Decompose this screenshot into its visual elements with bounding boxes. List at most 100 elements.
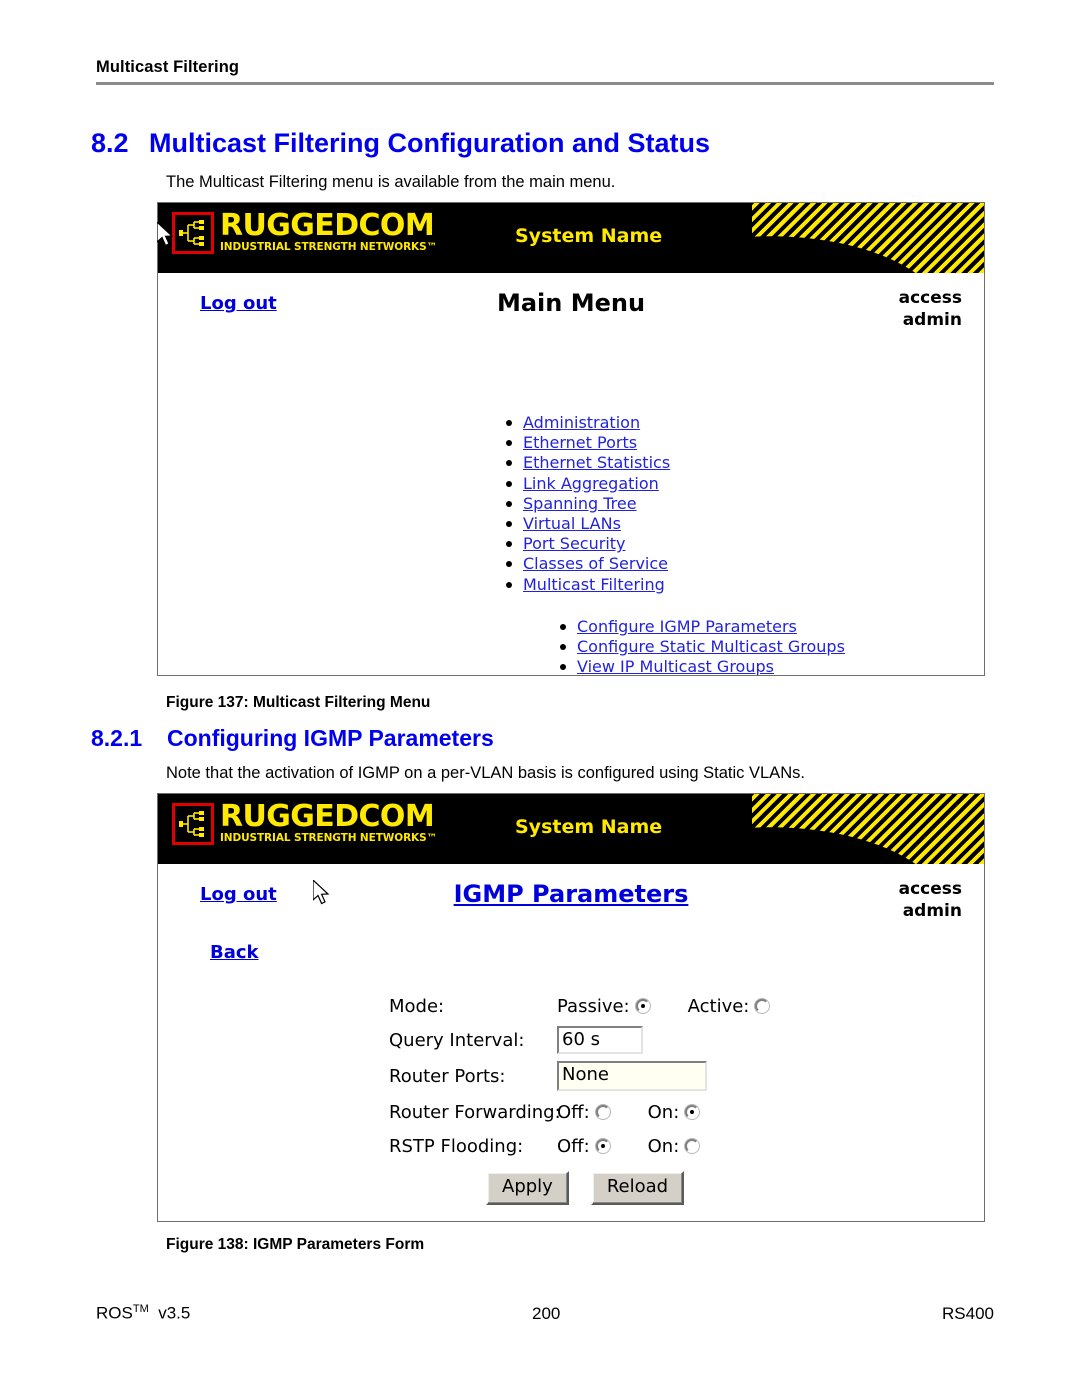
menu-item-link-aggregation[interactable]: Link Aggregation (502, 474, 670, 494)
hazard-stripes-decoration (752, 794, 984, 864)
footer-page-number: 200 (531, 1303, 561, 1323)
menu-page-body: Log out Main Menu access admin Administr… (158, 273, 984, 675)
footer-product-name: ROS (96, 1303, 133, 1323)
rstp-flooding-on-label: On: (647, 1135, 680, 1157)
menu-item-ethernet-statistics[interactable]: Ethernet Statistics (502, 453, 670, 473)
mode-controls: Passive: Active: (557, 995, 770, 1017)
running-header: Multicast Filtering (96, 58, 994, 85)
figure-caption-137: Figure 137: Multicast Filtering Menu (166, 694, 431, 711)
mode-active-radio[interactable] (755, 999, 770, 1013)
menu-link-administration[interactable]: Administration (523, 413, 640, 432)
rstp-flooding-on-radio[interactable] (685, 1139, 700, 1153)
hazard-stripes-decoration (752, 203, 984, 273)
mouse-cursor-icon (312, 878, 333, 913)
form-row-router-ports: Router Ports: None (389, 1057, 769, 1095)
reload-button[interactable]: Reload (590, 1171, 685, 1205)
router-forwarding-off-radio[interactable] (595, 1105, 610, 1119)
submenu-item-configure-igmp-parameters[interactable]: Configure IGMP Parameters (556, 617, 845, 637)
menu-link-spanning-tree[interactable]: Spanning Tree (523, 494, 637, 513)
menu-item-multicast-filtering[interactable]: Multicast Filtering (502, 575, 670, 595)
section-intro-text: The Multicast Filtering menu is availabl… (166, 173, 616, 191)
submenu-link-view-ip-multicast-groups[interactable]: View IP Multicast Groups (577, 657, 774, 675)
menu-item-virtual-lans[interactable]: Virtual LANs (502, 514, 670, 534)
apply-button[interactable]: Apply (486, 1171, 569, 1205)
header-divider (96, 82, 994, 85)
router-forwarding-off-label: Off: (557, 1101, 590, 1123)
footer-model: RS400 (942, 1303, 994, 1323)
back-link[interactable]: Back (210, 942, 259, 963)
access-label: access (898, 879, 962, 899)
submenu-link-configure-static-multicast-groups[interactable]: Configure Static Multicast Groups (577, 637, 845, 656)
network-tree-icon (172, 802, 214, 845)
router-forwarding-controls: Off: On: (557, 1101, 700, 1123)
submenu-link-configure-igmp-parameters[interactable]: Configure IGMP Parameters (577, 617, 797, 636)
section-title: Multicast Filtering Configuration and St… (149, 128, 711, 158)
menu-item-port-security[interactable]: Port Security (502, 534, 670, 554)
menu-link-link-aggregation[interactable]: Link Aggregation (523, 474, 659, 493)
section-heading: 8.2 Multicast Filtering Configuration and… (91, 128, 1011, 159)
router-forwarding-label: Router Forwarding: (389, 1101, 561, 1123)
mode-passive-radio[interactable] (635, 999, 650, 1013)
mode-active-label: Active: (687, 995, 750, 1017)
system-name-label: System Name (515, 225, 663, 247)
system-name-label: System Name (515, 816, 663, 838)
menu-link-port-security[interactable]: Port Security (523, 534, 626, 553)
brand-tagline: INDUSTRIAL STRENGTH NETWORKS™ (220, 832, 437, 844)
router-ports-input[interactable]: None (557, 1061, 707, 1091)
menu-item-spanning-tree[interactable]: Spanning Tree (502, 494, 670, 514)
query-interval-input[interactable]: 60 s (557, 1026, 643, 1054)
menu-link-multicast-filtering[interactable]: Multicast Filtering (523, 575, 665, 594)
subsection-heading: 8.2.1 Configuring IGMP Parameters (91, 725, 1011, 752)
app-banner: RUGGEDCOM INDUSTRIAL STRENGTH NETWORKS™ … (158, 203, 984, 273)
menu-link-virtual-lans[interactable]: Virtual LANs (523, 514, 621, 533)
ruggedcom-wordmark: RUGGEDCOM INDUSTRIAL STRENGTH NETWORKS™ (220, 211, 437, 254)
query-interval-label: Query Interval: (389, 1029, 525, 1051)
access-user: admin (902, 310, 962, 330)
mouse-cursor-icon (156, 220, 177, 255)
query-interval-controls: 60 s (557, 1026, 643, 1054)
form-row-rstp-flooding: RSTP Flooding: Off: On: (389, 1129, 769, 1163)
footer-trademark-symbol: TM (132, 1303, 149, 1315)
submenu-item-configure-static-multicast-groups[interactable]: Configure Static Multicast Groups (556, 637, 845, 657)
network-tree-icon (172, 211, 214, 254)
ruggedcom-wordmark: RUGGEDCOM INDUSTRIAL STRENGTH NETWORKS™ (220, 802, 437, 845)
router-forwarding-on-label: On: (647, 1101, 680, 1123)
app-banner: RUGGEDCOM INDUSTRIAL STRENGTH NETWORKS™ … (158, 794, 984, 864)
form-row-query-interval: Query Interval: 60 s (389, 1023, 769, 1057)
page-title[interactable]: IGMP Parameters (158, 880, 984, 908)
mode-label: Mode: (389, 995, 445, 1017)
screenshot-multicast-filtering-menu: RUGGEDCOM INDUSTRIAL STRENGTH NETWORKS™ … (157, 202, 985, 676)
igmp-parameters-form: Mode: Passive: Active: Query Interval: 6… (389, 989, 770, 1163)
main-menu-list: Administration Ethernet Ports Ethernet S… (502, 413, 670, 595)
rstp-flooding-controls: Off: On: (557, 1135, 700, 1157)
figure-caption-138: Figure 138: IGMP Parameters Form (166, 1236, 425, 1253)
menu-item-ethernet-ports[interactable]: Ethernet Ports (502, 433, 670, 453)
brand-name: RUGGEDCOM (220, 799, 435, 834)
menu-item-classes-of-service[interactable]: Classes of Service (502, 554, 670, 574)
mode-passive-label: Passive: (557, 995, 630, 1017)
page-footer: ROSTM v3.5 200 RS400 (96, 1303, 994, 1324)
form-button-row: Apply Reload (486, 1171, 685, 1205)
access-info: access admin (899, 878, 962, 922)
menu-item-administration[interactable]: Administration (502, 413, 670, 433)
screenshot-igmp-parameters-form: RUGGEDCOM INDUSTRIAL STRENGTH NETWORKS™ … (157, 793, 985, 1222)
ruggedcom-logo: RUGGEDCOM INDUSTRIAL STRENGTH NETWORKS™ (172, 211, 437, 254)
page-title: Main Menu (496, 289, 646, 317)
menu-link-ethernet-statistics[interactable]: Ethernet Statistics (523, 453, 670, 472)
ruggedcom-logo: RUGGEDCOM INDUSTRIAL STRENGTH NETWORKS™ (172, 802, 437, 845)
section-number: 8.2 (91, 128, 129, 158)
form-row-router-forwarding: Router Forwarding: Off: On: (389, 1095, 769, 1129)
rstp-flooding-off-radio[interactable] (595, 1139, 610, 1153)
form-row-mode: Mode: Passive: Active: (389, 989, 770, 1023)
menu-link-ethernet-ports[interactable]: Ethernet Ports (523, 433, 637, 452)
multicast-filtering-submenu-list: Configure IGMP Parameters Configure Stat… (556, 617, 845, 675)
running-header-text: Multicast Filtering (96, 58, 240, 76)
menu-link-classes-of-service[interactable]: Classes of Service (523, 554, 668, 573)
router-ports-controls: None (557, 1061, 707, 1091)
router-forwarding-on-radio[interactable] (685, 1105, 700, 1119)
submenu-item-view-ip-multicast-groups[interactable]: View IP Multicast Groups (556, 657, 845, 675)
access-user: admin (902, 901, 962, 921)
brand-name: RUGGEDCOM (220, 208, 435, 243)
rstp-flooding-off-label: Off: (557, 1135, 590, 1157)
subsection-title: Configuring IGMP Parameters (167, 725, 494, 751)
